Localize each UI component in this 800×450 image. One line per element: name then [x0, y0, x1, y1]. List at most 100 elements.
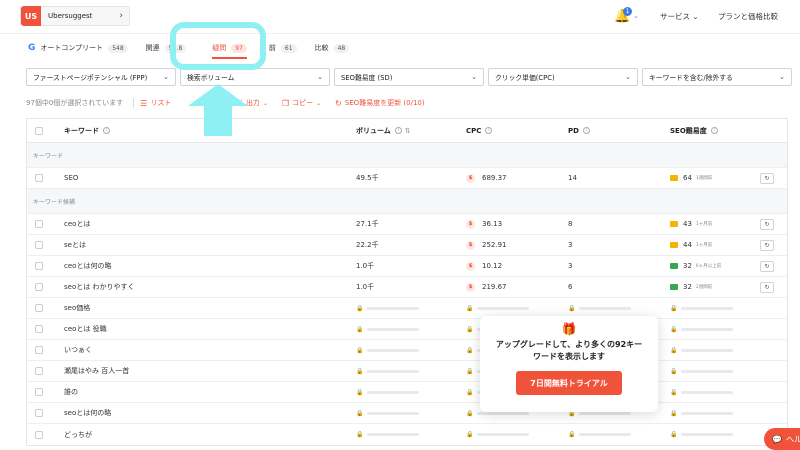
tab-comparisons[interactable]: 比較 48	[315, 43, 350, 53]
locked-row: いつぁく 🔒 🔒 🔒 🔒	[27, 340, 787, 361]
chevron-right-icon: ›	[119, 11, 123, 21]
row-checkbox[interactable]	[35, 220, 43, 228]
filter-fpp[interactable]: ファーストページポテンシャル (FPP) ⌄	[26, 68, 176, 86]
refresh-icon[interactable]: ↻	[760, 239, 774, 251]
row-checkbox[interactable]	[35, 283, 43, 291]
filter-include-exclude[interactable]: キーワードを含む/除外する ⌄	[642, 68, 792, 86]
locked-row: seo価格 🔒 🔒 🔒 🔒	[27, 298, 787, 319]
lock-icon: 🔒	[670, 409, 678, 417]
tab-prepositions[interactable]: 前 61	[269, 43, 297, 53]
table-row[interactable]: ceoとは何の略 1.0千 $10.12 3 32 6ヶ月以上前 ↻	[27, 256, 787, 277]
free-trial-button[interactable]: 7日間無料トライアル	[516, 371, 622, 395]
refresh-icon[interactable]: ↻	[760, 218, 774, 230]
table-row[interactable]: seoとは わかりやすく 1.0千 $219.67 6 32 2週間前 ↻	[27, 277, 787, 298]
chat-icon: 💬	[772, 434, 782, 444]
column-keyword: キーワード	[64, 126, 99, 135]
section-keyword: キーワード	[27, 143, 787, 168]
row-checkbox[interactable]	[35, 388, 43, 396]
notification-count: 1	[623, 7, 632, 16]
info-icon[interactable]: i	[582, 127, 590, 134]
dollar-icon: $	[466, 282, 475, 292]
table-header: キーワード i ボリューム i ⇅ CPC i PD i SEO難易度 i	[27, 119, 787, 143]
info-icon[interactable]: i	[710, 127, 718, 134]
row-checkbox[interactable]	[35, 304, 43, 312]
refresh-icon: ↻	[335, 98, 342, 108]
list-icon: ☰	[140, 98, 148, 108]
lock-icon: 🔒	[466, 409, 474, 417]
section-ideas: キーワード候補	[27, 189, 787, 214]
lock-icon: 🔒	[670, 367, 678, 375]
dollar-icon: $	[466, 173, 475, 183]
chevron-down-icon: ⌄	[471, 73, 477, 81]
lock-icon: 🔒	[466, 325, 474, 333]
info-icon[interactable]: i	[103, 127, 110, 134]
row-checkbox[interactable]	[35, 241, 43, 249]
lock-icon: 🔒	[466, 346, 474, 354]
google-icon: G	[28, 43, 36, 53]
row-checkbox[interactable]	[35, 346, 43, 354]
row-checkbox[interactable]	[35, 325, 43, 333]
project-selector[interactable]: US Ubersuggest ›	[20, 6, 130, 26]
chevron-down-icon[interactable]: ⌄	[633, 12, 639, 20]
update-sd-button[interactable]: ↻ SEO難易度を更新 (0/10)	[335, 98, 425, 108]
difficulty-icon	[670, 263, 678, 269]
lock-icon: 🔒	[356, 346, 364, 354]
difficulty-icon	[670, 284, 678, 290]
filter-cpc[interactable]: クリック単価(CPC) ⌄	[488, 68, 638, 86]
lock-icon: 🔒	[356, 431, 364, 438]
lock-icon: 🔒	[670, 304, 678, 312]
filter-sd[interactable]: SEO難易度 (SD) ⌄	[334, 68, 484, 86]
lock-icon: 🔒	[356, 304, 364, 312]
info-icon[interactable]: i	[485, 127, 493, 134]
sort-icon[interactable]: ⇅	[405, 127, 411, 135]
chevron-down-icon: ⌄	[625, 73, 631, 81]
tab-autocomplete[interactable]: G オートコンプリート 548	[28, 43, 128, 53]
table-row[interactable]: ceoとは 27.1千 $36.13 8 43 1ヶ月前 ↻	[27, 214, 787, 235]
info-icon[interactable]: i	[394, 127, 402, 134]
lock-icon: 🔒	[670, 325, 678, 333]
column-sd[interactable]: SEO難易度	[670, 126, 707, 136]
dollar-icon: $	[466, 219, 475, 229]
upgrade-card: 🎁 アップグレードして、より多くの92キーワードを表示します 7日間無料トライア…	[480, 316, 658, 412]
row-checkbox[interactable]	[35, 430, 43, 439]
chevron-down-icon: ⌄	[779, 73, 785, 81]
lock-icon: 🔒	[356, 409, 364, 417]
table-row[interactable]: SEO 49.5千 $689.37 14 64 1週間前 ↻	[27, 168, 787, 189]
dollar-icon: $	[466, 261, 475, 271]
chevron-down-icon: ⌄	[692, 12, 699, 21]
difficulty-icon	[670, 242, 678, 248]
arrow-up-icon	[188, 84, 248, 136]
row-checkbox[interactable]	[35, 409, 43, 417]
lock-icon: 🔒	[568, 304, 576, 312]
table-row[interactable]: seとは 22.2千 $252.91 3 44 1ヶ月前 ↻	[27, 235, 787, 256]
row-checkbox[interactable]	[35, 262, 43, 270]
nav-plans[interactable]: プランと価格比較	[718, 11, 778, 22]
lock-icon: 🔒	[356, 325, 364, 333]
dollar-icon: $	[466, 240, 475, 250]
column-pd[interactable]: PD	[568, 127, 579, 135]
locked-row: seoとは何の略 🔒 🔒 🔒 🔒	[27, 403, 787, 424]
difficulty-icon	[670, 175, 678, 181]
chevron-down-icon: ⌄	[316, 99, 322, 107]
column-volume[interactable]: ボリューム	[356, 126, 391, 136]
lock-icon: 🔒	[670, 431, 678, 438]
difficulty-icon	[670, 221, 678, 227]
lock-icon: 🔒	[466, 388, 474, 396]
help-button[interactable]: 💬 ヘル	[764, 428, 800, 450]
refresh-icon[interactable]: ↻	[760, 172, 774, 184]
keyword-table: キーワード i ボリューム i ⇅ CPC i PD i SEO難易度 i キーワード SE…	[26, 118, 788, 446]
column-cpc[interactable]: CPC	[466, 127, 481, 135]
chevron-down-icon: ⌄	[317, 73, 323, 81]
lock-icon: 🔒	[356, 367, 364, 375]
list-button[interactable]: ☰ リスト	[140, 98, 171, 108]
bell-icon[interactable]: 🔔 1	[614, 7, 632, 24]
select-all-checkbox[interactable]	[35, 126, 43, 135]
refresh-icon[interactable]: ↻	[760, 281, 774, 293]
row-checkbox[interactable]	[35, 174, 43, 182]
refresh-icon[interactable]: ↻	[760, 260, 774, 272]
row-checkbox[interactable]	[35, 367, 43, 375]
copy-button[interactable]: ❐ コピー ⌄	[282, 98, 321, 108]
upgrade-message: アップグレードして、より多くの92キーワードを表示します	[495, 340, 643, 361]
locked-row: ceoとは 役職 🔒 🔒 🔒 🔒	[27, 319, 787, 340]
nav-services[interactable]: サービス ⌄	[660, 11, 699, 22]
